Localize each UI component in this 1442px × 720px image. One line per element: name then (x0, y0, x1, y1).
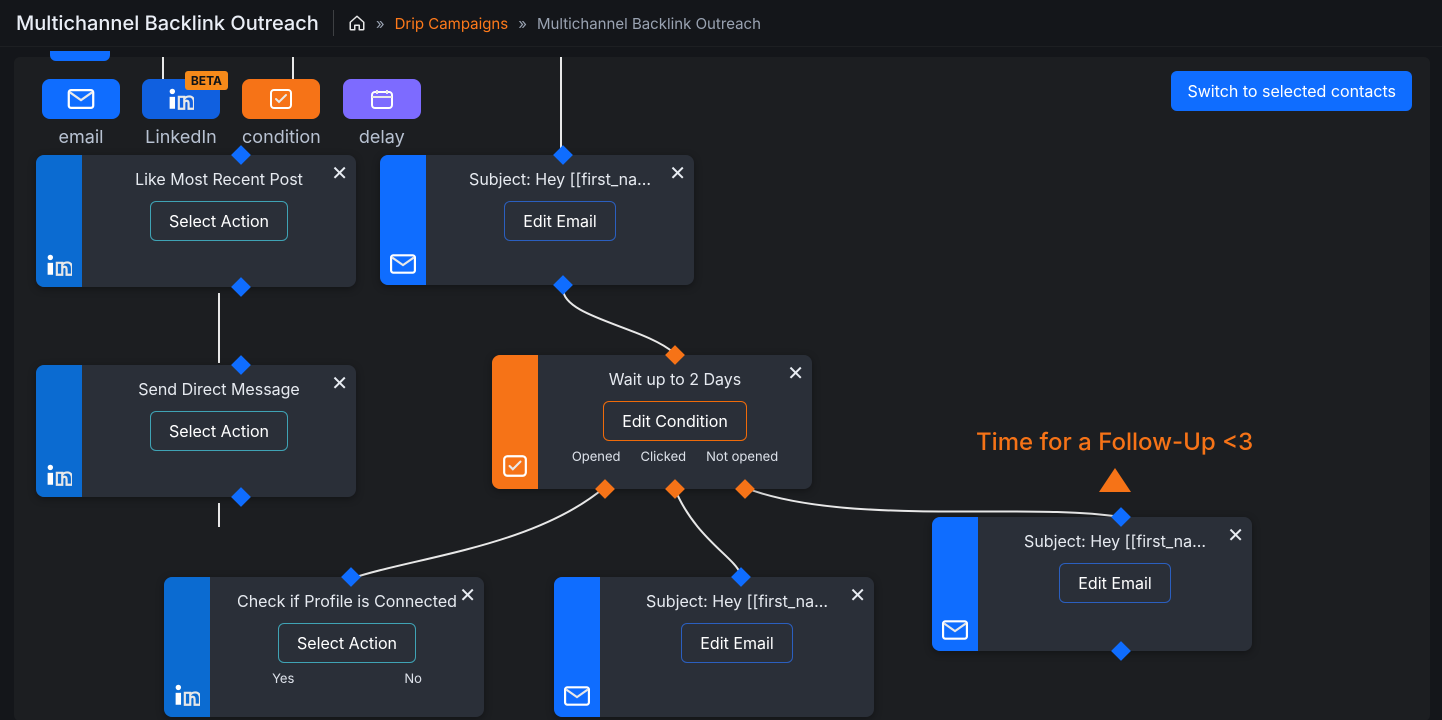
branch-no: No (404, 671, 422, 687)
flow-canvas[interactable]: Switch to selected contacts (14, 57, 1430, 720)
edit-email-button[interactable]: Edit Email (1059, 563, 1170, 603)
divider (333, 10, 334, 36)
cutoff-node (50, 51, 110, 61)
yesno-branches: Yes No (272, 671, 422, 687)
node-title: Send Direct Message (138, 379, 300, 399)
close-icon[interactable]: ✕ (787, 361, 804, 385)
select-action-button[interactable]: Select Action (150, 201, 288, 241)
node-condition[interactable]: ✕ Wait up to 2 Days Edit Condition Opene… (492, 355, 812, 489)
branch-yes: Yes (272, 671, 294, 687)
close-icon[interactable]: ✕ (1227, 523, 1244, 547)
email-icon (932, 517, 978, 651)
select-action-button[interactable]: Select Action (150, 411, 288, 451)
email-subject: Subject: Hey [[first_na... (469, 169, 651, 189)
node-email-right[interactable]: ✕ Subject: Hey [[first_na... Edit Email (932, 517, 1252, 651)
email-icon (554, 577, 600, 717)
beta-badge: BETA (185, 71, 228, 90)
tool-delay-label: delay (359, 127, 405, 148)
condition-icon (492, 355, 538, 489)
branch-not-opened: Not opened (706, 449, 778, 465)
linkedin-icon (36, 155, 82, 287)
close-icon[interactable]: ✕ (459, 583, 476, 607)
home-icon[interactable] (348, 14, 366, 32)
edit-email-button[interactable]: Edit Email (681, 623, 792, 663)
edit-email-button[interactable]: Edit Email (504, 201, 615, 241)
app-header: Multichannel Backlink Outreach » Drip Ca… (0, 0, 1442, 47)
triangle-icon (1099, 468, 1131, 492)
condition-icon (242, 79, 320, 119)
close-icon[interactable]: ✕ (669, 161, 686, 185)
branch-opened: Opened (572, 449, 621, 465)
tool-linkedin-label: LinkedIn (145, 127, 217, 148)
node-send-dm[interactable]: ✕ Send Direct Message Select Action (36, 365, 356, 497)
close-icon[interactable]: ✕ (849, 583, 866, 607)
node-toolbox: email BETA LinkedIn condition delay (42, 79, 421, 148)
tool-delay[interactable]: delay (343, 79, 421, 148)
node-title: Like Most Recent Post (135, 169, 303, 189)
breadcrumb-drip-campaigns[interactable]: Drip Campaigns (395, 14, 509, 33)
linkedin-icon (164, 577, 210, 717)
condition-branches: Opened Clicked Not opened (572, 449, 778, 465)
node-like-post[interactable]: ✕ Like Most Recent Post Select Action (36, 155, 356, 287)
page-title: Multichannel Backlink Outreach (16, 11, 319, 35)
tool-email-label: email (58, 127, 103, 148)
close-icon[interactable]: ✕ (331, 371, 348, 395)
callout-text: Time for a Follow-Up <3 (976, 427, 1253, 456)
email-icon (380, 155, 426, 285)
node-title: Check if Profile is Connected (237, 591, 457, 611)
close-icon[interactable]: ✕ (331, 161, 348, 185)
tool-email[interactable]: email (42, 79, 120, 148)
email-icon (42, 79, 120, 119)
chevron-right-icon: » (376, 14, 385, 33)
node-profile-check[interactable]: ✕ Check if Profile is Connected Select A… (164, 577, 484, 717)
tool-linkedin[interactable]: BETA LinkedIn (142, 79, 220, 148)
node-email-mid[interactable]: ✕ Subject: Hey [[first_na... Edit Email (554, 577, 874, 717)
chevron-right-icon: » (518, 14, 527, 33)
calendar-icon (343, 79, 421, 119)
tool-condition-label: condition (242, 127, 321, 148)
email-subject: Subject: Hey [[first_na... (646, 591, 828, 611)
breadcrumb-current: Multichannel Backlink Outreach (537, 14, 761, 33)
followup-callout: Time for a Follow-Up <3 (976, 427, 1253, 492)
email-subject: Subject: Hey [[first_na... (1024, 531, 1206, 551)
tool-condition[interactable]: condition (242, 79, 321, 148)
edit-condition-button[interactable]: Edit Condition (603, 401, 747, 441)
select-action-button[interactable]: Select Action (278, 623, 416, 663)
switch-contacts-button[interactable]: Switch to selected contacts (1171, 71, 1412, 111)
breadcrumb: » Drip Campaigns » Multichannel Backlink… (348, 14, 761, 33)
condition-title: Wait up to 2 Days (609, 369, 741, 389)
linkedin-icon (36, 365, 82, 497)
node-email-top[interactable]: ✕ Subject: Hey [[first_na... Edit Email (380, 155, 694, 285)
branch-clicked: Clicked (641, 449, 687, 465)
